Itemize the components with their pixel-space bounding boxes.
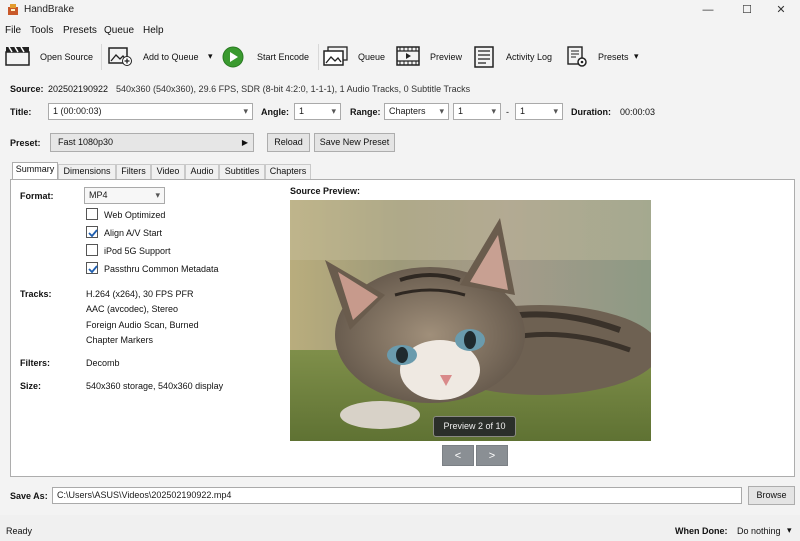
next-preview-button[interactable]: > [476,445,508,466]
previous-preview-button[interactable]: < [442,445,474,466]
start-encode-button[interactable]: Start Encode [221,43,316,69]
tab-subtitles[interactable]: Subtitles [219,164,265,179]
activity-log-label: Activity Log [506,52,553,62]
menu-queue[interactable]: Queue [104,25,134,36]
tab-summary[interactable]: Summary [12,162,58,180]
add-image-icon [108,47,132,66]
queue-button[interactable]: Queue [322,43,390,69]
menu-tools[interactable]: Tools [30,25,53,36]
ipod-5g-support-checkbox[interactable] [86,244,98,256]
source-info: 540x360 (540x360), 29.6 FPS, SDR (8-bit … [116,84,471,94]
format-select[interactable]: MP4 [84,187,165,204]
track-item: AAC (avcodec), Stereo [86,304,179,314]
kitten-image [290,200,651,441]
preset-label: Preset: [10,138,41,148]
title-label: Title: [10,107,32,117]
open-source-button[interactable]: Open Source [4,43,96,69]
source-label: Source: [10,84,44,94]
web-optimized-label: Web Optimized [104,210,166,220]
passthru-metadata-label: Passthru Common Metadata [104,264,219,274]
toolbar-separator [318,44,319,70]
activity-log-button[interactable]: Activity Log [472,43,560,69]
track-item: H.264 (x264), 30 FPS PFR [86,289,194,299]
size-value: 540x360 storage, 540x360 display [86,381,224,391]
menu-help[interactable]: Help [143,25,164,36]
play-icon [222,46,244,68]
settings-list-icon [567,46,587,67]
filters-value: Decomb [86,358,120,368]
range-label: Range: [350,107,381,117]
tracks-label: Tracks: [20,289,52,299]
image-stack-icon [323,46,348,66]
track-item: Chapter Markers [86,335,154,345]
ipod-5g-support-label: iPod 5G Support [104,246,171,256]
align-av-start-label: Align A/V Start [104,228,163,238]
passthru-metadata-checkbox[interactable] [86,262,98,274]
size-label: Size: [20,381,42,391]
add-to-queue-button[interactable]: Add to Queue ▾ [106,43,216,69]
filters-label: Filters: [20,358,51,368]
tab-audio[interactable]: Audio [185,164,219,179]
title-bar: HandBrake — ☐ ✕ [0,0,800,20]
range-from-select[interactable]: 1 [453,103,501,120]
presets-label: Presets [598,52,629,62]
web-optimized-checkbox[interactable] [86,208,98,220]
duration-label: Duration: [571,107,611,117]
range-type-select[interactable]: Chapters [384,103,449,120]
browse-button[interactable]: Browse [748,486,795,505]
preset-selector[interactable]: Fast 1080p30 ▶ [50,133,254,152]
when-done-label: When Done: [675,526,728,536]
duration-value: 00:00:03 [620,107,656,117]
maximize-button[interactable]: ☐ [728,0,766,20]
align-av-start-checkbox[interactable] [86,226,98,238]
chevron-right-icon: ▶ [241,138,248,147]
preset-value: Fast 1080p30 [58,137,114,147]
tab-dimensions[interactable]: Dimensions [58,164,116,179]
close-button[interactable]: ✕ [762,0,800,20]
chevron-down-icon: ▾ [634,51,639,61]
window-title: HandBrake [24,4,75,15]
source-name: 202502190922 [48,84,109,94]
track-item: Foreign Audio Scan, Burned [86,320,199,330]
source-preview-label: Source Preview: [290,186,361,196]
presets-button[interactable]: Presets ▾ [565,43,645,69]
angle-select[interactable]: 1 [294,103,341,120]
chevron-down-icon: ▾ [787,525,792,535]
log-document-icon [474,46,494,68]
when-done-select[interactable]: Do nothing [737,526,781,536]
angle-label: Angle: [261,107,289,117]
preview-button[interactable]: Preview [395,43,467,69]
film-clapper-icon [5,46,30,66]
preview-counter-badge: Preview 2 of 10 [433,416,516,437]
checkmark-icon [88,229,98,238]
title-select[interactable]: 1 (00:00:03) [48,103,253,120]
start-encode-label: Start Encode [257,52,310,62]
reload-button[interactable]: Reload [267,133,310,152]
range-to-select[interactable]: 1 [515,103,563,120]
save-as-label: Save As: [10,491,48,501]
format-label: Format: [20,191,54,201]
checkmark-icon [88,265,98,274]
film-play-icon [396,46,420,66]
save-new-preset-button[interactable]: Save New Preset [314,133,395,152]
menu-file[interactable]: File [5,25,21,36]
preview-label: Preview [430,52,463,62]
menu-presets[interactable]: Presets [63,25,97,36]
chevron-down-icon: ▾ [208,51,213,61]
tab-filters[interactable]: Filters [116,164,151,179]
open-source-label: Open Source [40,52,94,62]
range-dash: - [506,107,509,117]
tab-video[interactable]: Video [151,164,185,179]
queue-label: Queue [358,52,386,62]
save-as-path-input[interactable]: C:\Users\ASUS\Videos\202502190922.mp4 [52,487,742,504]
add-to-queue-label: Add to Queue [143,52,199,62]
toolbar-separator [101,44,102,70]
source-preview-image: Preview 2 of 10 [290,200,651,441]
handbrake-app-icon [8,4,18,15]
status-text: Ready [6,526,33,536]
minimize-button[interactable]: — [689,0,727,20]
tab-chapters[interactable]: Chapters [265,164,311,179]
